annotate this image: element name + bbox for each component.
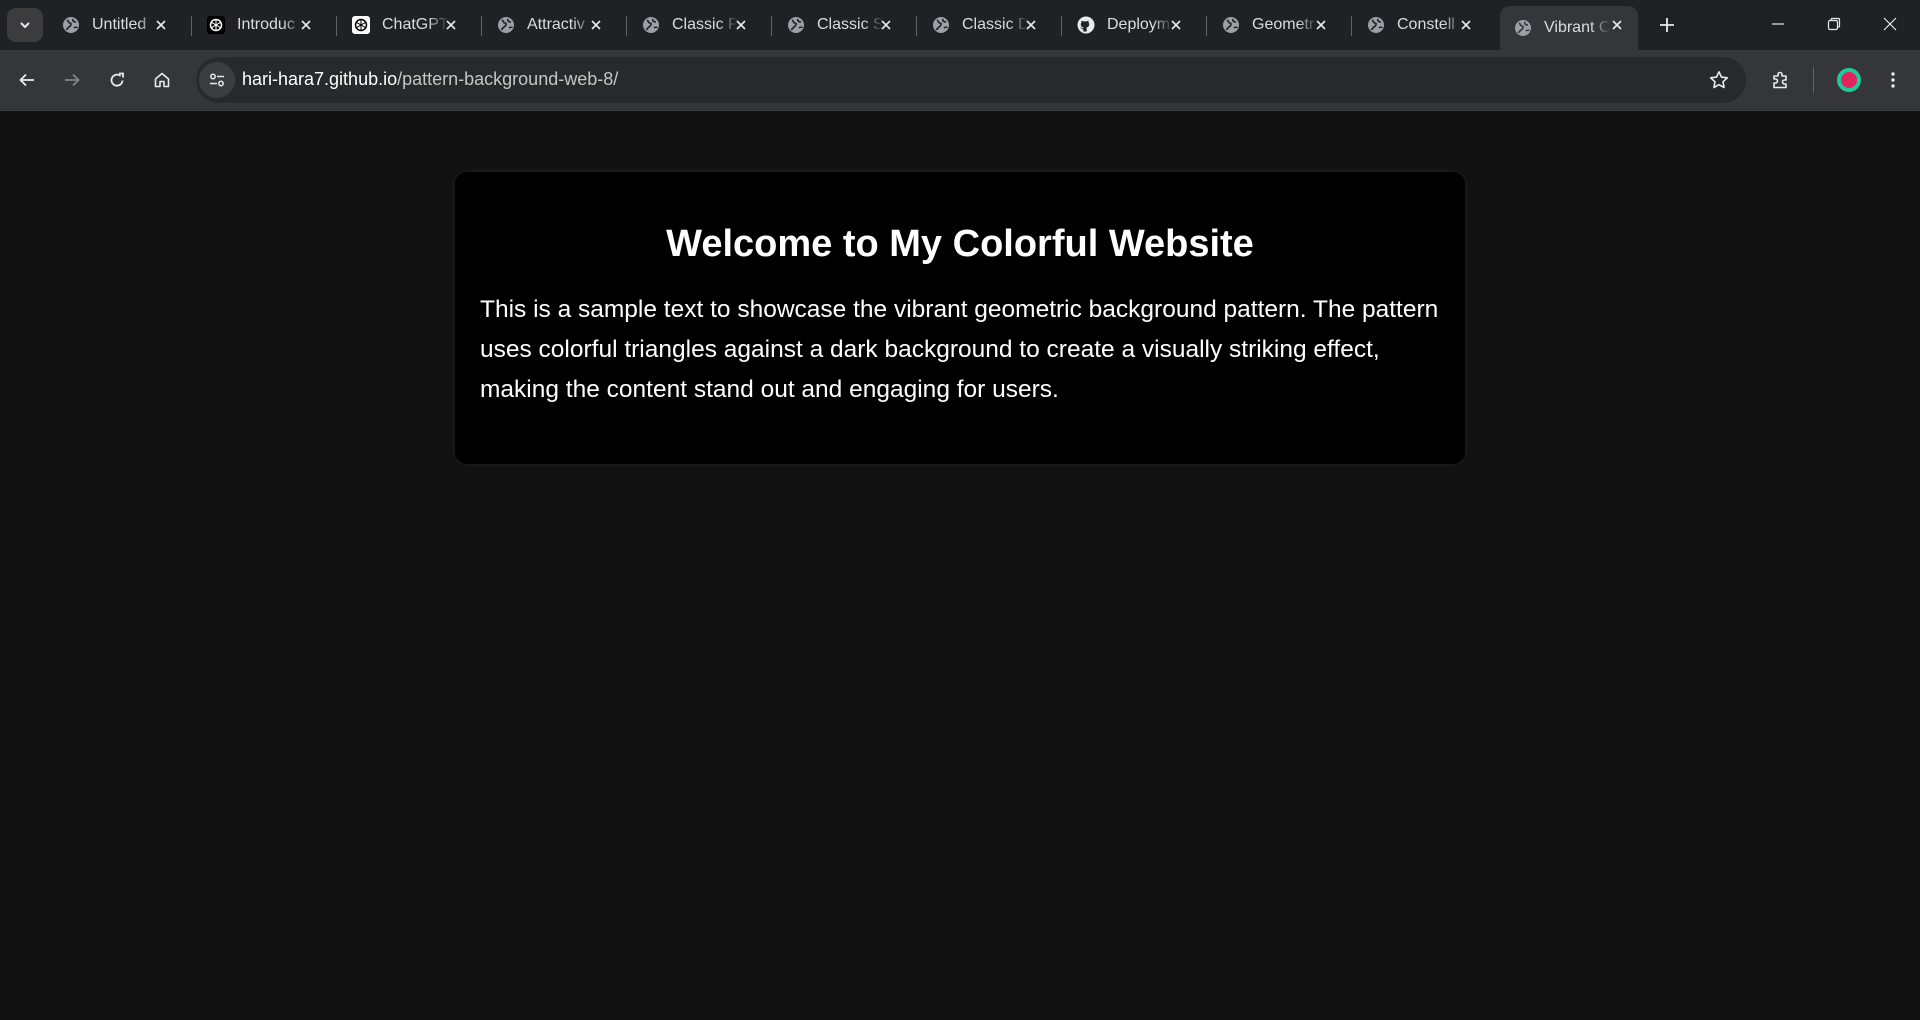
globe-icon: [787, 16, 805, 34]
tab-separator: [481, 16, 482, 36]
arrow-left-icon: [19, 73, 34, 87]
url-path: /pattern-background-web-8/: [397, 69, 619, 89]
tab-title: Vibrant C: [1544, 19, 1610, 36]
close-window-button[interactable]: [1862, 0, 1918, 48]
more-vert-icon: [1891, 72, 1895, 88]
globe-icon: [62, 16, 80, 34]
tab-title: Classic S: [817, 16, 883, 33]
close-tab-icon[interactable]: [732, 16, 750, 34]
tab-classic-p[interactable]: Classic P: [628, 6, 762, 44]
globe-icon: [642, 16, 660, 34]
close-tab-icon[interactable]: [297, 16, 315, 34]
tab-separator: [1351, 16, 1352, 36]
close-tab-icon[interactable]: [1608, 16, 1626, 34]
tab-introduc[interactable]: Introduc: [193, 6, 327, 44]
tab-title: Attractiv: [527, 16, 585, 33]
reload-button[interactable]: [100, 63, 134, 97]
site-info-button[interactable]: [199, 62, 235, 98]
reload-icon: [110, 72, 124, 87]
toolbar-divider: [1813, 67, 1814, 93]
new-tab-button[interactable]: [1652, 10, 1682, 40]
tab-separator: [1206, 16, 1207, 36]
globe-icon: [1222, 16, 1240, 34]
globe-icon: [932, 16, 950, 34]
close-tab-icon[interactable]: [1312, 16, 1330, 34]
page-viewport: Welcome to My Colorful Website This is a…: [0, 111, 1920, 1020]
page-body-text: This is a sample text to showcase the vi…: [480, 296, 1439, 403]
tab-title: Deploym: [1107, 16, 1171, 33]
forward-button[interactable]: [55, 63, 89, 97]
url-text: hari-hara7.github.io/pattern-background-…: [242, 69, 618, 90]
close-tab-icon[interactable]: [1167, 16, 1185, 34]
content-card: Welcome to My Colorful Website This is a…: [455, 172, 1465, 464]
tab-search-button[interactable]: [7, 8, 43, 42]
tab-title: Classic P: [672, 16, 738, 33]
tab-title: Untitled: [92, 16, 147, 33]
tab-title: Classic D: [962, 16, 1028, 33]
tab-geometr[interactable]: Geometr: [1208, 6, 1342, 44]
browser-menu-button[interactable]: [1876, 63, 1910, 97]
close-tab-icon[interactable]: [877, 16, 895, 34]
close-tab-icon[interactable]: [152, 16, 170, 34]
tab-attractiv[interactable]: Attractiv: [483, 6, 617, 44]
globe-icon: [497, 16, 515, 34]
extensions-button[interactable]: [1764, 63, 1798, 97]
star-icon: [1709, 71, 1729, 89]
tab-separator: [626, 16, 627, 36]
tab-title: ChatGPT: [382, 16, 448, 33]
openai-icon: [207, 16, 225, 34]
tab-chatgpt[interactable]: ChatGPT: [338, 6, 472, 44]
close-icon: [1883, 17, 1897, 31]
tab-constell[interactable]: Constell: [1353, 6, 1487, 44]
minimize-icon: [1772, 23, 1784, 25]
tab-separator: [191, 16, 192, 36]
tab-strip: Untitled Introduc ChatGPT Attractiv Clas…: [0, 0, 1920, 50]
avatar-dot: [1841, 72, 1857, 88]
close-tab-icon[interactable]: [442, 16, 460, 34]
puzzle-icon: [1773, 71, 1787, 89]
github-icon: [1077, 16, 1095, 34]
browser-toolbar: hari-hara7.github.io/pattern-background-…: [0, 50, 1920, 111]
home-icon: [154, 72, 170, 88]
tab-separator: [1061, 16, 1062, 36]
minimize-button[interactable]: [1750, 0, 1806, 48]
globe-icon: [1367, 16, 1385, 34]
restore-button[interactable]: [1806, 0, 1862, 48]
tab-classic-d[interactable]: Classic D: [918, 6, 1052, 44]
home-button[interactable]: [145, 63, 179, 97]
plus-icon: [1660, 18, 1674, 32]
chevron-down-icon: [20, 22, 30, 29]
avatar: [1837, 68, 1861, 92]
tab-title: Geometr: [1252, 16, 1315, 33]
close-tab-icon[interactable]: [587, 16, 605, 34]
tab-separator: [336, 16, 337, 36]
tab-title: Constell: [1397, 16, 1455, 33]
back-button[interactable]: [10, 63, 44, 97]
tab-deploym[interactable]: Deploym: [1063, 6, 1197, 44]
tab-separator: [916, 16, 917, 36]
tab-vibrant-active[interactable]: Vibrant C: [1500, 6, 1638, 50]
profile-button[interactable]: [1833, 64, 1865, 96]
close-tab-icon[interactable]: [1457, 16, 1475, 34]
restore-icon: [1827, 17, 1841, 31]
globe-icon: [1514, 19, 1532, 37]
close-tab-icon[interactable]: [1022, 16, 1040, 34]
page-heading: Welcome to My Colorful Website: [666, 223, 1254, 265]
tab-untitled[interactable]: Untitled: [48, 6, 182, 44]
arrow-right-icon: [65, 73, 80, 87]
openai-icon: [352, 16, 370, 34]
bookmark-button[interactable]: [1702, 63, 1736, 97]
url-host: hari-hara7.github.io: [242, 69, 398, 89]
tab-classic-s[interactable]: Classic S: [773, 6, 907, 44]
tune-icon: [210, 73, 224, 87]
tab-title: Introduc: [237, 16, 295, 33]
tab-separator: [771, 16, 772, 36]
address-bar[interactable]: hari-hara7.github.io/pattern-background-…: [196, 57, 1746, 103]
